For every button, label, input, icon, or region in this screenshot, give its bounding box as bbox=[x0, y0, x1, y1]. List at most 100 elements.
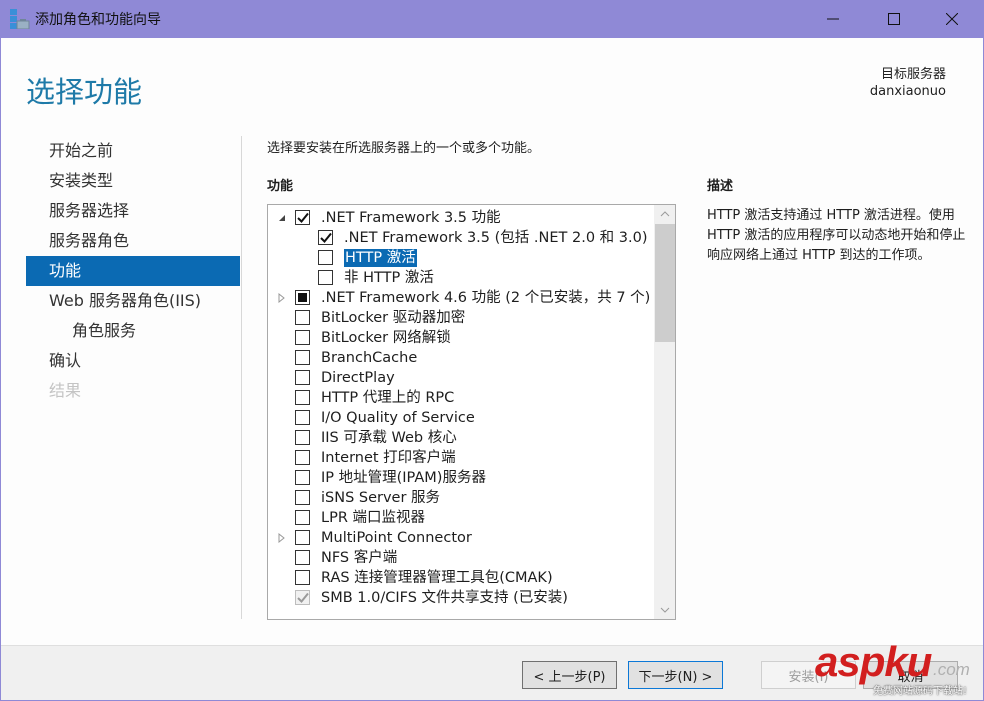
feature-label[interactable]: SMB 1.0/CIFS 文件共享支持 (已安装) bbox=[321, 589, 568, 607]
wizard-window: 选择功能 目标服务器 danxiaonuo 开始之前 安装类型 服务器选择 服务… bbox=[1, 38, 983, 700]
feature-row[interactable]: .NET Framework 3.5 功能 bbox=[268, 208, 648, 228]
feature-label[interactable]: .NET Framework 4.6 功能 (2 个已安装，共 7 个) bbox=[321, 289, 650, 307]
feature-row[interactable]: SMB 1.0/CIFS 文件共享支持 (已安装) bbox=[268, 588, 648, 608]
chevron-down-icon bbox=[660, 607, 669, 613]
feature-checkbox[interactable] bbox=[295, 330, 310, 345]
nav-item-results: 结果 bbox=[49, 381, 82, 400]
feature-checkbox[interactable] bbox=[295, 430, 310, 445]
nav-item-before-you-begin[interactable]: 开始之前 bbox=[26, 136, 240, 166]
previous-button[interactable]: < 上一步(P) bbox=[522, 661, 617, 689]
maximize-icon bbox=[888, 13, 900, 25]
partial-check-icon bbox=[298, 293, 307, 302]
feature-checkbox bbox=[295, 590, 310, 605]
feature-checkbox[interactable] bbox=[295, 510, 310, 525]
nav-item-web-server-role[interactable]: Web 服务器角色(IIS) bbox=[26, 286, 240, 316]
feature-row[interactable]: HTTP 代理上的 RPC bbox=[268, 388, 648, 408]
maximize-button[interactable] bbox=[871, 0, 917, 38]
feature-checkbox[interactable] bbox=[295, 530, 310, 545]
features-tree[interactable]: .NET Framework 3.5 功能 .NET Framework 3.5 … bbox=[267, 204, 676, 620]
feature-row[interactable]: NFS 客户端 bbox=[268, 548, 648, 568]
target-server-label: 目标服务器 bbox=[880, 67, 946, 82]
feature-label[interactable]: NFS 客户端 bbox=[321, 549, 397, 567]
nav-item-installation-type[interactable]: 安装类型 bbox=[26, 166, 240, 196]
collapsed-triangle-icon[interactable] bbox=[276, 528, 288, 548]
feature-row[interactable]: BitLocker 网络解锁 bbox=[268, 328, 648, 348]
wizard-nav: 开始之前 安装类型 服务器选择 服务器角色 功能 Web 服务器角色(IIS) … bbox=[26, 136, 240, 406]
feature-checkbox[interactable] bbox=[318, 230, 333, 245]
feature-label[interactable]: HTTP 代理上的 RPC bbox=[321, 389, 454, 407]
feature-row[interactable]: BranchCache bbox=[268, 348, 648, 368]
nav-item-server-selection[interactable]: 服务器选择 bbox=[26, 196, 240, 226]
nav-divider bbox=[241, 136, 242, 619]
feature-label[interactable]: MultiPoint Connector bbox=[321, 529, 472, 547]
description-text: HTTP 激活支持通过 HTTP 激活进程。使用 HTTP 激活的应用程序可以动… bbox=[707, 208, 966, 263]
feature-label[interactable]: HTTP 激活 bbox=[344, 249, 417, 267]
checkmark-icon bbox=[296, 212, 309, 223]
feature-label[interactable]: iSNS Server 服务 bbox=[321, 489, 440, 507]
feature-row[interactable]: I/O Quality of Service bbox=[268, 408, 648, 428]
feature-checkbox[interactable] bbox=[295, 490, 310, 505]
feature-row[interactable]: IP 地址管理(IPAM)服务器 bbox=[268, 468, 648, 488]
collapsed-triangle-icon[interactable] bbox=[276, 288, 288, 308]
close-button[interactable] bbox=[929, 0, 975, 38]
next-button[interactable]: 下一步(N) > bbox=[628, 661, 723, 689]
target-server-name: danxiaonuo bbox=[869, 84, 946, 99]
close-icon bbox=[946, 13, 958, 25]
feature-label[interactable]: BitLocker 驱动器加密 bbox=[321, 309, 465, 327]
feature-checkbox[interactable] bbox=[295, 550, 310, 565]
cancel-button[interactable]: 取消 bbox=[863, 661, 958, 689]
feature-row[interactable]: DirectPlay bbox=[268, 368, 648, 388]
feature-label[interactable]: .NET Framework 3.5 功能 bbox=[321, 209, 501, 227]
feature-checkbox[interactable] bbox=[318, 270, 333, 285]
feature-label[interactable]: IP 地址管理(IPAM)服务器 bbox=[321, 469, 486, 487]
feature-checkbox[interactable] bbox=[295, 310, 310, 325]
scroll-up-button[interactable] bbox=[654, 205, 675, 223]
feature-row[interactable]: BitLocker 驱动器加密 bbox=[268, 308, 648, 328]
feature-checkbox[interactable] bbox=[295, 350, 310, 365]
feature-row[interactable]: HTTP 激活 bbox=[268, 248, 648, 268]
chevron-up-icon bbox=[660, 211, 669, 217]
nav-item-role-services[interactable]: 角色服务 bbox=[26, 316, 240, 346]
feature-label[interactable]: 非 HTTP 激活 bbox=[344, 269, 434, 287]
scroll-down-button[interactable] bbox=[654, 601, 675, 619]
feature-row[interactable]: MultiPoint Connector bbox=[268, 528, 648, 548]
target-server: 目标服务器 danxiaonuo bbox=[870, 66, 946, 100]
feature-checkbox[interactable] bbox=[295, 410, 310, 425]
feature-checkbox[interactable] bbox=[295, 570, 310, 585]
feature-row[interactable]: RAS 连接管理器管理工具包(CMAK) bbox=[268, 568, 648, 588]
feature-checkbox[interactable] bbox=[295, 290, 310, 305]
feature-row[interactable]: IIS 可承载 Web 核心 bbox=[268, 428, 648, 448]
feature-label[interactable]: .NET Framework 3.5 (包括 .NET 2.0 和 3.0) bbox=[344, 229, 647, 247]
window-title: 添加角色和功能向导 bbox=[35, 12, 161, 28]
vertical-scrollbar[interactable] bbox=[654, 205, 675, 619]
feature-label[interactable]: IIS 可承载 Web 核心 bbox=[321, 429, 457, 447]
nav-item-server-roles[interactable]: 服务器角色 bbox=[26, 226, 240, 256]
feature-row[interactable]: iSNS Server 服务 bbox=[268, 488, 648, 508]
feature-label[interactable]: I/O Quality of Service bbox=[321, 409, 475, 427]
feature-checkbox[interactable] bbox=[295, 370, 310, 385]
nav-item-confirmation[interactable]: 确认 bbox=[26, 346, 240, 376]
feature-row[interactable]: LPR 端口监视器 bbox=[268, 508, 648, 528]
feature-label[interactable]: DirectPlay bbox=[321, 369, 395, 387]
feature-label[interactable]: BitLocker 网络解锁 bbox=[321, 329, 451, 347]
feature-label[interactable]: LPR 端口监视器 bbox=[321, 509, 425, 527]
feature-checkbox[interactable] bbox=[295, 390, 310, 405]
feature-row[interactable]: .NET Framework 3.5 (包括 .NET 2.0 和 3.0) bbox=[268, 228, 648, 248]
feature-label[interactable]: RAS 连接管理器管理工具包(CMAK) bbox=[321, 569, 553, 587]
wizard-footer: < 上一步(P) 下一步(N) > 安装(I) 取消 bbox=[1, 645, 983, 700]
feature-checkbox[interactable] bbox=[295, 470, 310, 485]
feature-checkbox[interactable] bbox=[295, 210, 310, 225]
description-heading: 描述 bbox=[707, 179, 734, 194]
nav-item-features[interactable]: 功能 bbox=[26, 256, 240, 286]
feature-checkbox[interactable] bbox=[295, 450, 310, 465]
feature-row[interactable]: 非 HTTP 激活 bbox=[268, 268, 648, 288]
feature-row[interactable]: .NET Framework 4.6 功能 (2 个已安装，共 7 个) bbox=[268, 288, 650, 308]
checkmark-icon bbox=[319, 232, 332, 243]
feature-label[interactable]: Internet 打印客户端 bbox=[321, 449, 456, 467]
scroll-thumb[interactable] bbox=[655, 224, 675, 342]
minimize-button[interactable] bbox=[810, 0, 856, 38]
expanded-triangle-icon[interactable] bbox=[276, 208, 288, 228]
feature-label[interactable]: BranchCache bbox=[321, 349, 417, 367]
feature-checkbox[interactable] bbox=[318, 250, 333, 265]
feature-row[interactable]: Internet 打印客户端 bbox=[268, 448, 648, 468]
